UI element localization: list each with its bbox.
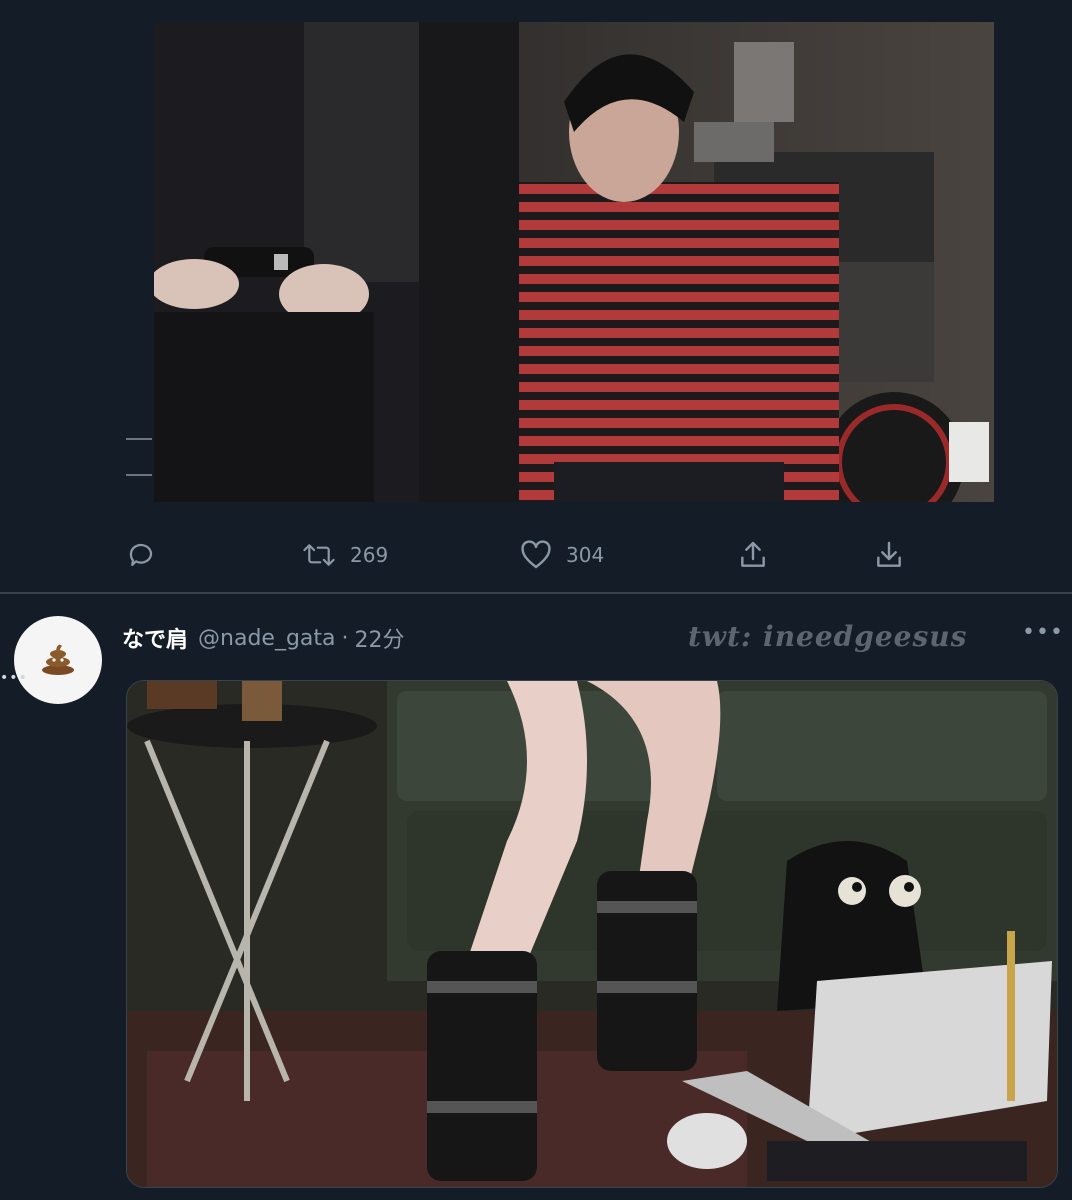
tweet-photo-top[interactable] (154, 22, 994, 502)
edge-mark (126, 438, 152, 440)
download-button[interactable] (872, 530, 906, 580)
share-button[interactable] (736, 530, 770, 580)
timeline: 269 304 ••• なで肩 @nade_gata · 22分 twt: in… (0, 0, 1072, 1200)
avatar[interactable] (14, 616, 102, 704)
retweet-button[interactable]: 269 (302, 530, 388, 580)
thread-dots: ••• (0, 670, 28, 686)
share-icon (736, 539, 770, 571)
download-icon (872, 539, 906, 571)
retweet-count: 269 (350, 543, 389, 567)
display-name[interactable]: なで肩 (122, 622, 188, 654)
edge-mark (126, 474, 152, 476)
tweet-divider (0, 592, 1072, 594)
timestamp[interactable]: 22分 (355, 622, 405, 654)
separator-dot: · (341, 625, 349, 651)
like-icon (520, 540, 552, 570)
band-photo (154, 22, 994, 502)
poop-emoji-icon (38, 640, 78, 680)
tweet-photo-bottom[interactable] (126, 680, 1058, 1188)
reply-button[interactable] (126, 530, 170, 580)
tweet-actions: 269 304 (0, 530, 1072, 580)
reply-icon (126, 540, 156, 570)
watermark: twt: ineedgeesus (688, 620, 968, 653)
anime-illustration (127, 681, 1057, 1187)
more-options-button[interactable]: ••• (1022, 620, 1064, 645)
user-handle[interactable]: @nade_gata (198, 626, 335, 651)
like-button[interactable]: 304 (520, 530, 604, 580)
tweet-header: なで肩 @nade_gata · 22分 (122, 618, 405, 658)
like-count: 304 (566, 543, 605, 567)
retweet-icon (302, 540, 336, 570)
